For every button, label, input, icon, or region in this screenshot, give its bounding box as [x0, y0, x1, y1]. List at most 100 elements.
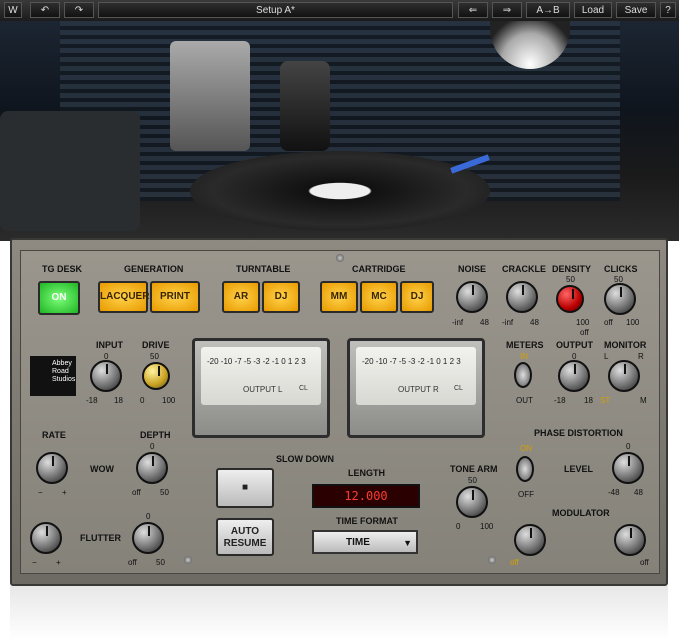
- ab-button[interactable]: A→B: [526, 2, 570, 18]
- lathe-body: [0, 111, 140, 231]
- meters-toggle[interactable]: [514, 362, 532, 388]
- output-max: 18: [584, 396, 593, 405]
- monitor-r: R: [638, 352, 644, 361]
- cartridge-mc-button[interactable]: MC: [360, 281, 398, 313]
- auto-resume-button[interactable]: AUTO RESUME: [216, 518, 274, 556]
- screw-icon: [336, 254, 344, 262]
- crackle-label: CRACKLE: [502, 264, 546, 274]
- stop-icon: ■: [241, 482, 249, 493]
- tone-arm-image: [440, 121, 500, 181]
- density-label: DENSITY: [552, 264, 592, 274]
- output-l-meter: -20 -10 -7 -5 -3 -2 -1 0 1 2 3 OUTPUT L …: [192, 338, 330, 438]
- arrow-right-icon: ⇒: [502, 5, 512, 16]
- setup-title[interactable]: Setup A*: [98, 2, 453, 18]
- clicks-max: 100: [626, 318, 640, 327]
- wow-label: WOW: [90, 464, 114, 474]
- level-knob[interactable]: [612, 452, 644, 484]
- modulator-right-knob[interactable]: [614, 524, 646, 556]
- drive-max: 100: [162, 396, 176, 405]
- drive-knob[interactable]: [142, 362, 170, 390]
- toolbar: W ↶ ↷ Setup A* ⇐ ⇒ A→B Load Save ?: [0, 0, 679, 21]
- wow-rate-knob[interactable]: [36, 452, 68, 484]
- chevron-down-icon: ▼: [403, 538, 412, 548]
- next-setup-button[interactable]: ⇒: [492, 2, 522, 18]
- flutter-rate-min: −: [32, 558, 37, 567]
- undo-icon: ↶: [40, 5, 50, 16]
- lacquer-button[interactable]: LACQUER: [98, 281, 149, 313]
- slow-down-label: SLOW DOWN: [276, 454, 334, 464]
- monitor-knob[interactable]: [608, 360, 640, 392]
- microscope: [280, 61, 330, 151]
- depth-max: 50: [160, 488, 169, 497]
- level-min: -48: [608, 488, 620, 497]
- crackle-knob[interactable]: [506, 281, 538, 313]
- redo-button[interactable]: ↷: [64, 2, 94, 18]
- flutter-depth-knob[interactable]: [132, 522, 164, 554]
- floor-reflection: [10, 586, 668, 640]
- prev-setup-button[interactable]: ⇐: [458, 2, 488, 18]
- modulator-left-knob[interactable]: [514, 524, 546, 556]
- output-label: OUTPUT: [556, 340, 593, 350]
- redo-icon: ↷: [74, 5, 84, 16]
- density-max: 100: [576, 318, 590, 327]
- noise-max: 48: [480, 318, 489, 327]
- turntable-ar-button[interactable]: AR: [222, 281, 260, 313]
- meters-out: OUT: [516, 396, 533, 405]
- density-off: off: [580, 328, 589, 337]
- meter-scale: -20 -10 -7 -5 -3 -2 -1 0 1 2 3: [362, 357, 461, 366]
- noise-label: NOISE: [458, 264, 487, 274]
- input-label: INPUT: [96, 340, 123, 350]
- clicks-knob[interactable]: [604, 283, 636, 315]
- meters-in: IN: [520, 352, 528, 361]
- monitor-st: ST: [600, 396, 611, 405]
- rate-label: RATE: [42, 430, 66, 440]
- clip-indicator: CL: [299, 385, 308, 392]
- help-button[interactable]: ?: [660, 2, 676, 18]
- print-button[interactable]: PRINT: [150, 281, 200, 313]
- rate-max: +: [62, 488, 67, 497]
- input-min: -18: [86, 396, 98, 405]
- wow-depth-knob[interactable]: [136, 452, 168, 484]
- level-label: LEVEL: [564, 464, 594, 474]
- cartridge-mm-button[interactable]: MM: [320, 281, 358, 313]
- clip-indicator: CL: [454, 385, 463, 392]
- noise-knob[interactable]: [456, 281, 488, 313]
- flutter-depth-min: off: [128, 558, 137, 567]
- output-knob[interactable]: [558, 360, 590, 392]
- cartridge-dj-button[interactable]: DJ: [400, 281, 434, 313]
- meter-face: [356, 347, 476, 405]
- crackle-min: -inf: [502, 318, 514, 327]
- meter-scale: -20 -10 -7 -5 -3 -2 -1 0 1 2 3: [207, 357, 306, 366]
- density-knob[interactable]: [556, 285, 584, 313]
- load-button[interactable]: Load: [574, 2, 612, 18]
- input-knob[interactable]: [90, 360, 122, 392]
- tone-arm-min: 0: [456, 522, 461, 531]
- tone-arm-max: 100: [480, 522, 494, 531]
- drive-mid: 50: [150, 352, 159, 361]
- tg-desk-on-button[interactable]: ON: [38, 281, 80, 315]
- time-format-select[interactable]: TIME ▼: [312, 530, 418, 554]
- depth-mid: 0: [150, 442, 155, 451]
- tone-arm-knob[interactable]: [456, 486, 488, 518]
- meters-label: METERS: [506, 340, 544, 350]
- turntable-dj-button[interactable]: DJ: [262, 281, 300, 313]
- level-max: 48: [634, 488, 643, 497]
- save-button[interactable]: Save: [616, 2, 656, 18]
- cutting-head: [170, 41, 250, 151]
- undo-button[interactable]: ↶: [30, 2, 60, 18]
- meter-label: OUTPUT L: [243, 385, 283, 394]
- rate-min: −: [38, 488, 43, 497]
- screw-icon: [488, 556, 496, 564]
- stop-button[interactable]: ■: [216, 468, 274, 508]
- screw-icon: [184, 556, 192, 564]
- length-label: LENGTH: [348, 468, 385, 478]
- flutter-rate-max: +: [56, 558, 61, 567]
- phase-distortion-toggle[interactable]: [516, 456, 534, 482]
- flutter-rate-knob[interactable]: [30, 522, 62, 554]
- abbey-road-logo: Abbey Road Studios: [30, 356, 76, 396]
- phase-off-label: OFF: [518, 490, 534, 499]
- depth-label: DEPTH: [140, 430, 171, 440]
- length-display[interactable]: 12.000: [312, 484, 420, 508]
- tone-arm-label: TONE ARM: [450, 464, 498, 474]
- tone-arm-mid: 50: [468, 476, 477, 485]
